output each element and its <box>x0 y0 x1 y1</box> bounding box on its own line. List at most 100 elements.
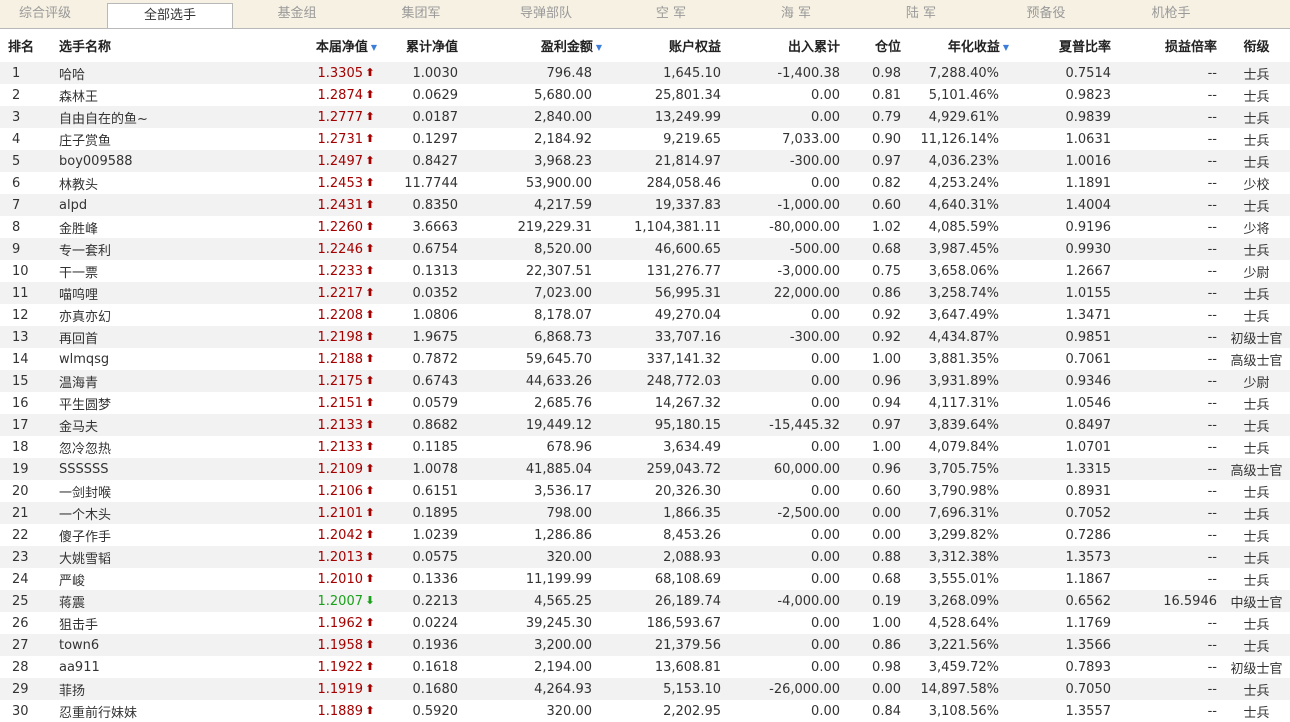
cell-profit: 19,449.12 <box>482 414 602 436</box>
sort-desc-icon[interactable]: ▼ <box>371 43 377 52</box>
cell-annual: 3,658.06% <box>928 263 999 279</box>
table-row[interactable]: 11 喵呜哩 1.2217 ⬆ 0.0352 7,023.00 56,995.31 22,00… <box>0 282 1290 304</box>
cell-pl-ratio: -- <box>1207 615 1217 631</box>
cell-pl-ratio: -- <box>1207 527 1217 543</box>
table-row[interactable]: 20 一剑封喉 1.2106 ⬆ 0.6151 3,536.17 20,326.30 0.00… <box>0 480 1290 502</box>
header-nav[interactable]: 本届净值 ▼ <box>220 29 377 62</box>
tab-overall-rating[interactable]: 综合评级 <box>0 0 108 28</box>
cell-name[interactable]: alpd <box>50 194 220 216</box>
tab-air-force[interactable]: 空 军 <box>608 0 734 28</box>
tab-machine-gunner[interactable]: 机枪手 <box>1108 0 1234 28</box>
header-annual[interactable]: 年化收益 ▼ <box>904 29 1009 62</box>
tab-army[interactable]: 陆 军 <box>858 0 984 28</box>
tab-all-players[interactable]: 全部选手 <box>107 3 233 28</box>
cell-name[interactable]: 菲扬 <box>50 678 220 700</box>
sort-desc-icon[interactable]: ▼ <box>596 43 602 52</box>
table-row[interactable]: 25 蒋震 1.2007 ⬇ 0.2213 4,565.25 26,189.74 -4,000… <box>0 590 1290 612</box>
header-cum-nav[interactable]: 累计净值 <box>377 29 482 62</box>
table-row[interactable]: 23 大姚雪韬 1.2013 ⬆ 0.0575 320.00 2,088.93 0.00 0.8… <box>0 546 1290 568</box>
cell-name[interactable]: 森林王 <box>50 84 220 106</box>
table-row[interactable]: 24 严峻 1.2010 ⬆ 0.1336 11,199.99 68,108.69 0.00 0… <box>0 568 1290 590</box>
header-inout[interactable]: 出入累计 <box>722 29 842 62</box>
table-row[interactable]: 22 傻子作手 1.2042 ⬆ 1.0239 1,286.86 8,453.26 0.00 0… <box>0 524 1290 546</box>
tab-more-truncated[interactable]: 远 <box>1233 0 1290 28</box>
cell-name[interactable]: 再回首 <box>50 326 220 348</box>
table-row[interactable]: 18 忽冷忽热 1.2133 ⬆ 0.1185 678.96 3,634.49 0.00 1.0… <box>0 436 1290 458</box>
cell-name[interactable]: 哈哈 <box>50 62 220 84</box>
cell-title: 士兵 <box>1243 397 1270 413</box>
table-row[interactable]: 13 再回首 1.2198 ⬆ 1.9675 6,868.73 33,707.16 -300.… <box>0 326 1290 348</box>
cell-name[interactable]: 喵呜哩 <box>50 282 220 304</box>
tab-reserve[interactable]: 预备役 <box>983 0 1109 28</box>
tab-missile-force[interactable]: 导弹部队 <box>483 0 609 28</box>
table-row[interactable]: 3 自由自在的鱼~ 1.2777 ⬆ 0.0187 2,840.00 13,249.99 0.… <box>0 106 1290 128</box>
table-row[interactable]: 29 菲扬 1.1919 ⬆ 0.1680 4,264.93 5,153.10 -26,000… <box>0 678 1290 700</box>
cell-name[interactable]: 忽冷忽热 <box>50 436 220 458</box>
nav-value: 1.1919 <box>317 681 364 697</box>
tab-group-army[interactable]: 集团军 <box>358 0 484 28</box>
ranking-table: 排名 选手名称 本届净值 ▼ 累计净值 盈利金额 ▼ 账户权益 出入累计 仓位 年化… <box>0 29 1290 722</box>
cell-name[interactable]: 金胜峰 <box>50 216 220 238</box>
header-rank[interactable]: 排名 <box>0 29 50 62</box>
cell-pl-ratio: -- <box>1116 546 1223 568</box>
header-profit[interactable]: 盈利金额 ▼ <box>482 29 602 62</box>
cell-name[interactable]: 大姚雪韬 <box>50 546 220 568</box>
header-name[interactable]: 选手名称 <box>50 29 220 62</box>
cell-name[interactable]: 亦真亦幻 <box>50 304 220 326</box>
cell-name[interactable]: town6 <box>50 634 220 656</box>
cell-name[interactable]: 平生圆梦 <box>50 392 220 414</box>
header-pl-ratio[interactable]: 损益倍率 <box>1116 29 1223 62</box>
cell-sharpe: 0.7050 <box>1009 678 1116 700</box>
cell-rank: 18 <box>12 439 29 455</box>
arrow-up-icon: ⬆ <box>365 571 375 585</box>
cell-rank: 21 <box>0 502 50 524</box>
cell-name[interactable]: 一个木头 <box>50 502 220 524</box>
cell-name[interactable]: aa911 <box>50 656 220 678</box>
table-row[interactable]: 6 林教头 1.2453 ⬆ 11.7744 53,900.00 284,058.46 0.0… <box>0 172 1290 194</box>
cell-inout: -1,000.00 <box>722 194 842 216</box>
table-row[interactable]: 16 平生圆梦 1.2151 ⬆ 0.0579 2,685.76 14,267.32 0.00… <box>0 392 1290 414</box>
table-row[interactable]: 14 wlmqsg 1.2188 ⬆ 0.7872 59,645.70 337,141.32… <box>0 348 1290 370</box>
table-row[interactable]: 12 亦真亦幻 1.2208 ⬆ 1.0806 8,178.07 49,270.04 0.00… <box>0 304 1290 326</box>
sort-desc-icon[interactable]: ▼ <box>1003 43 1009 52</box>
table-row[interactable]: 28 aa911 1.1922 ⬆ 0.1618 2,194.00 13,608.81 0.0… <box>0 656 1290 678</box>
table-row[interactable]: 17 金马夫 1.2133 ⬆ 0.8682 19,449.12 95,180.15 -15,… <box>0 414 1290 436</box>
cell-name[interactable]: 专一套利 <box>50 238 220 260</box>
table-row[interactable]: 15 温海青 1.2175 ⬆ 0.6743 44,633.26 248,772.03 0.0… <box>0 370 1290 392</box>
header-sharpe[interactable]: 夏普比率 <box>1009 29 1116 62</box>
table-row[interactable]: 5 boy009588 1.2497 ⬆ 0.8427 3,968.23 21,814.97… <box>0 150 1290 172</box>
cell-name[interactable]: 狙击手 <box>50 612 220 634</box>
cell-name[interactable]: 严峻 <box>50 568 220 590</box>
table-row[interactable]: 19 SSSSSS 1.2109 ⬆ 1.0078 41,885.04 259,043.72… <box>0 458 1290 480</box>
table-row[interactable]: 9 专一套利 1.2246 ⬆ 0.6754 8,520.00 46,600.65 -500.… <box>0 238 1290 260</box>
cell-title: 中级士官 <box>1223 590 1290 612</box>
cell-name[interactable]: 庄子赏鱼 <box>50 128 220 150</box>
header-title[interactable]: 衔级 <box>1223 29 1290 62</box>
cell-rank: 9 <box>0 238 50 260</box>
table-row[interactable]: 8 金胜峰 1.2260 ⬆ 3.6663 219,229.31 1,104,381.11-… <box>0 216 1290 238</box>
cell-title: 少尉 <box>1223 370 1290 392</box>
table-row[interactable]: 2 森林王 1.2874 ⬆ 0.0629 5,680.00 25,801.34 0.00 0.… <box>0 84 1290 106</box>
cell-name[interactable]: 干一票 <box>50 260 220 282</box>
cell-name[interactable]: 金马夫 <box>50 414 220 436</box>
table-row[interactable]: 7 alpd 1.2431 ⬆ 0.8350 4,217.59 19,337.83 -1,00… <box>0 194 1290 216</box>
cell-name[interactable]: SSSSSS <box>50 458 220 480</box>
cell-name[interactable]: 林教头 <box>50 172 220 194</box>
cell-name[interactable]: 温海青 <box>50 370 220 392</box>
header-equity[interactable]: 账户权益 <box>602 29 722 62</box>
header-position[interactable]: 仓位 <box>842 29 904 62</box>
cell-name[interactable]: wlmqsg <box>50 348 220 370</box>
table-row[interactable]: 4 庄子赏鱼 1.2731 ⬆ 0.1297 2,184.92 9,219.65 7,033.… <box>0 128 1290 150</box>
cell-name[interactable]: 蒋震 <box>50 590 220 612</box>
cell-name[interactable]: 自由自在的鱼~ <box>50 106 220 128</box>
cell-name[interactable]: 傻子作手 <box>50 524 220 546</box>
table-row[interactable]: 1 哈哈 1.3305 ⬆ 1.0030 796.48 1,645.10 -1,400.38 0… <box>0 62 1290 84</box>
tab-navy[interactable]: 海 军 <box>733 0 859 28</box>
cell-name[interactable]: 一剑封喉 <box>50 480 220 502</box>
table-row[interactable]: 10 干一票 1.2233 ⬆ 0.1313 22,307.51 131,276.77 -3,… <box>0 260 1290 282</box>
tab-fund-group[interactable]: 基金组 <box>234 0 360 28</box>
cell-name[interactable]: boy009588 <box>50 150 220 172</box>
table-row[interactable]: 21 一个木头 1.2101 ⬆ 0.1895 798.00 1,866.35 -2,500.… <box>0 502 1290 524</box>
table-row[interactable]: 26 狙击手 1.1962 ⬆ 0.0224 39,245.30 186,593.67 0.0… <box>0 612 1290 634</box>
table-row[interactable]: 27 town6 1.1958 ⬆ 0.1936 3,200.00 21,379.56 0.0… <box>0 634 1290 656</box>
